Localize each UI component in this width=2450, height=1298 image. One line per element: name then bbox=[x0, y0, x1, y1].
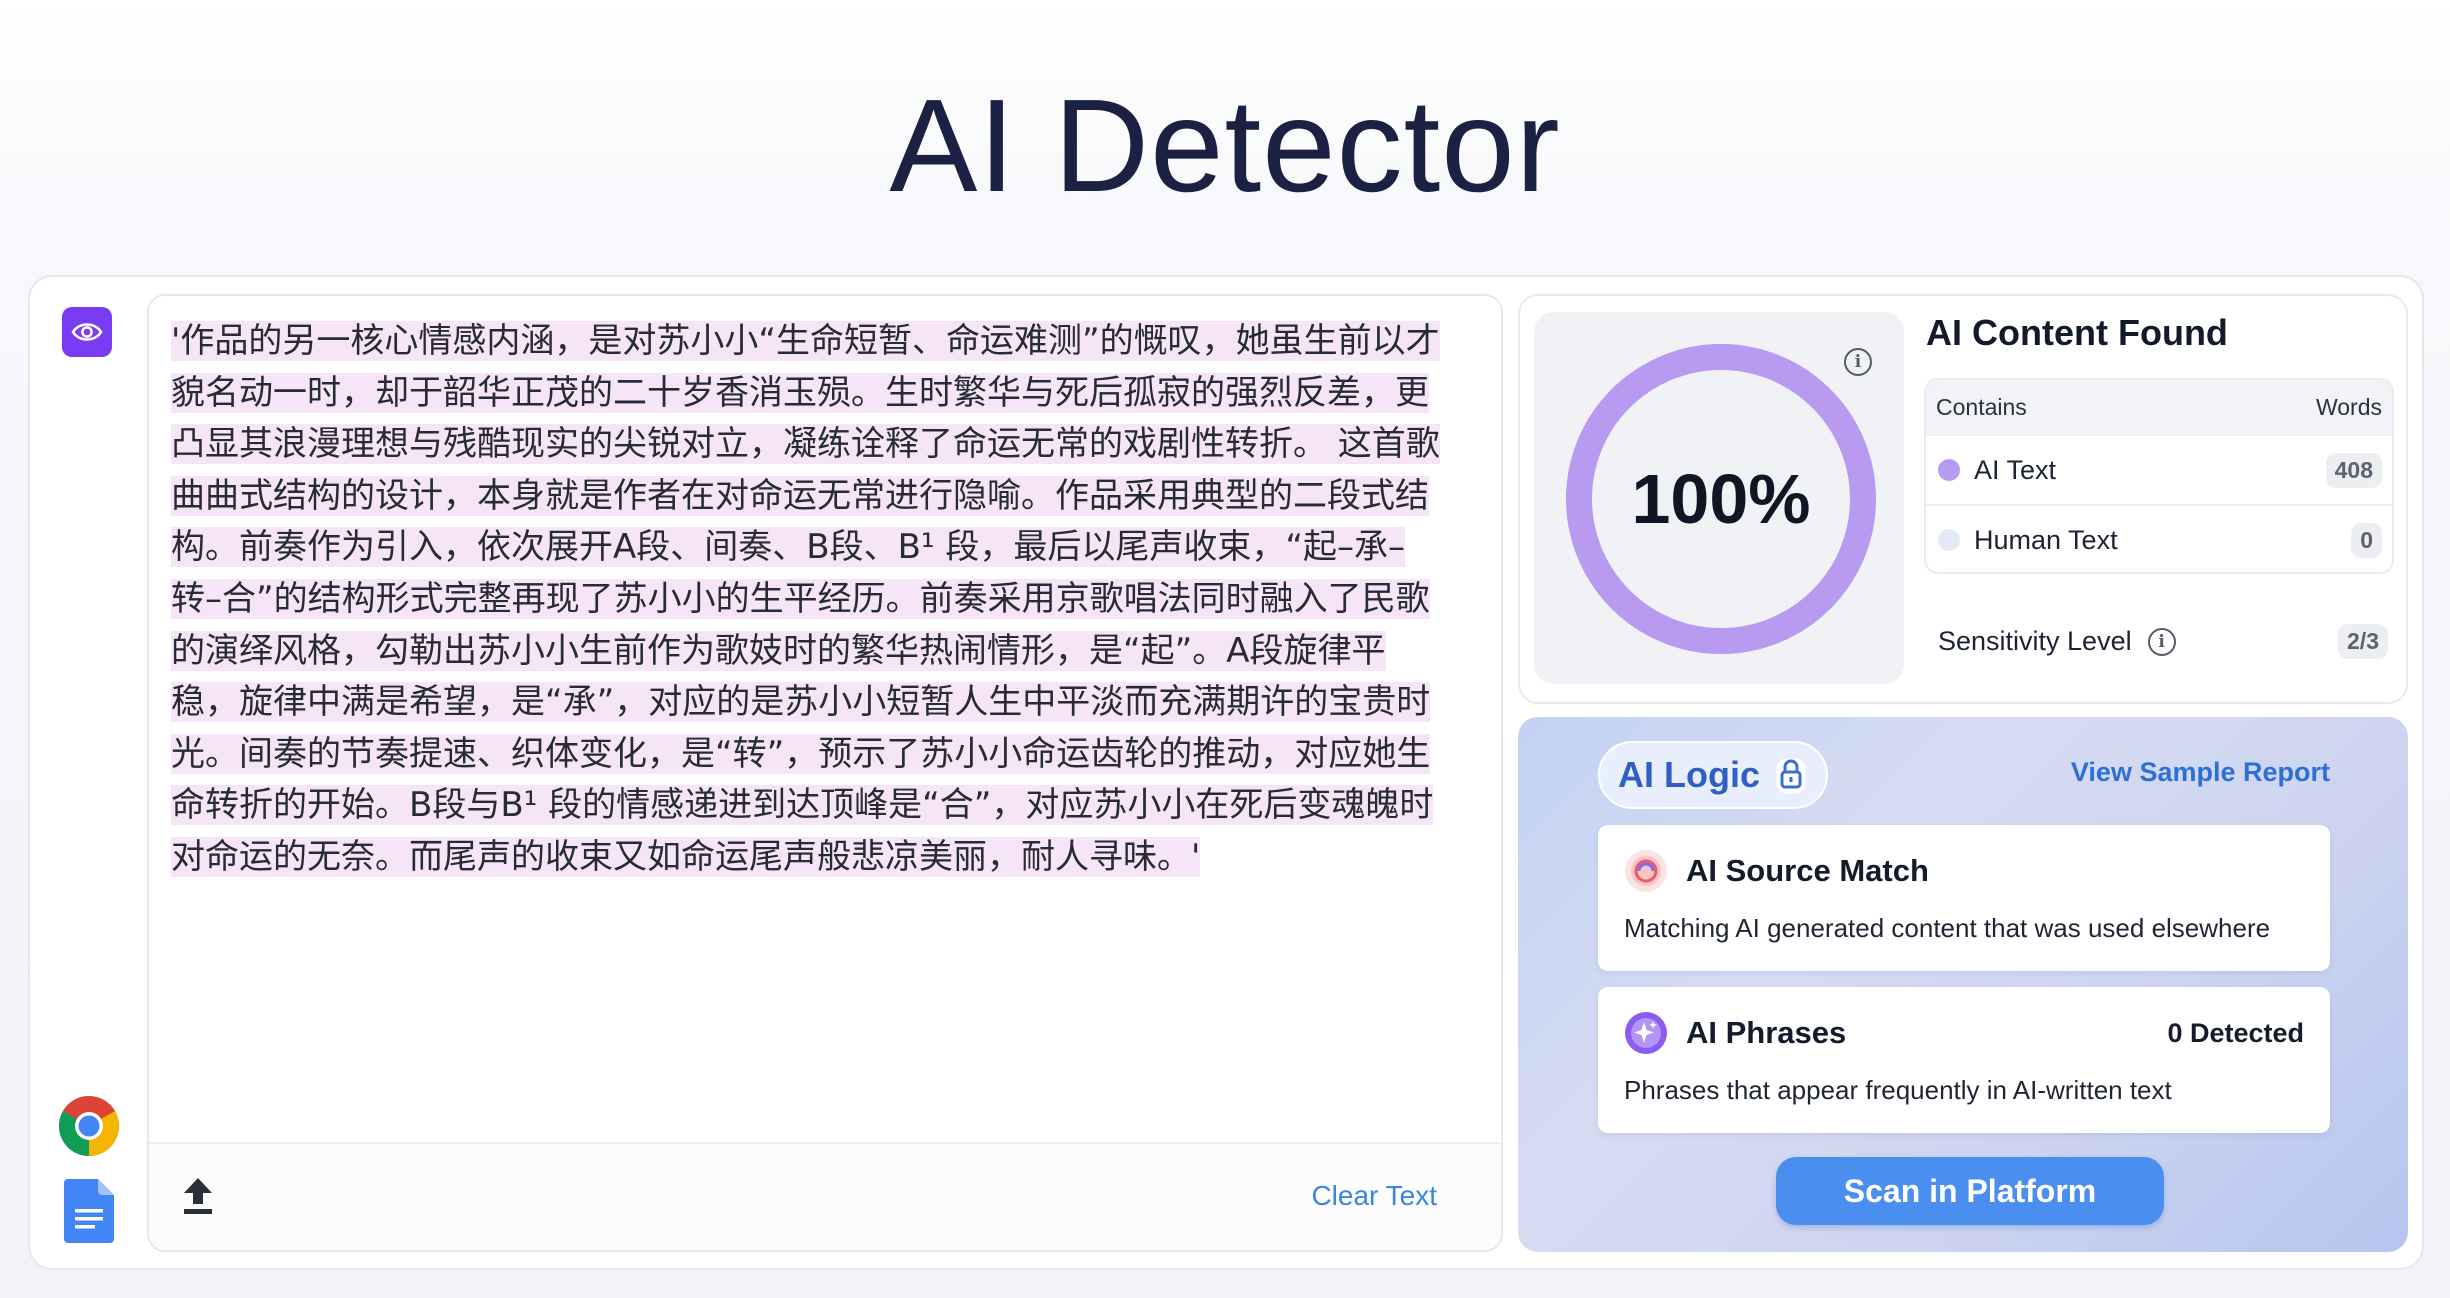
sensitivity-info-icon[interactable]: i bbox=[2147, 627, 2176, 656]
sensitivity-value[interactable]: 2/3 bbox=[2338, 624, 2388, 659]
sparkle-icon bbox=[1625, 1012, 1667, 1054]
ai-percentage: 100% bbox=[1631, 460, 1811, 538]
detector-card: '作品的另一核心情感内涵，是对苏小小“生命短暂、命运难测”的慨叹，她虽生前以才貌… bbox=[28, 275, 2424, 1270]
table-header: Contains Words bbox=[1926, 380, 2392, 434]
chrome-icon bbox=[58, 1096, 120, 1156]
words-header: Words bbox=[2315, 393, 2382, 420]
contains-header: Contains bbox=[1936, 393, 2027, 420]
score-info-icon[interactable]: i bbox=[1844, 348, 1872, 376]
ai-phrases-card[interactable]: AI Phrases 0 Detected Phrases that appea… bbox=[1598, 987, 2330, 1133]
table-row: Human Text 0 bbox=[1926, 504, 2392, 572]
google-docs-button[interactable] bbox=[64, 1179, 114, 1243]
result-title: AI Content Found bbox=[1926, 312, 2228, 353]
upload-button[interactable] bbox=[181, 1176, 215, 1216]
clear-text-button[interactable]: Clear Text bbox=[1311, 1180, 1437, 1212]
view-toggle-button[interactable] bbox=[62, 307, 112, 357]
human-text-count: 0 bbox=[2351, 522, 2382, 558]
sensitivity-label: Sensitivity Level bbox=[1938, 626, 2132, 656]
score-gauge: 100% i bbox=[1534, 312, 1904, 684]
ai-text-count: 408 bbox=[2325, 452, 2382, 488]
ai-phrases-count: 0 Detected bbox=[2167, 1017, 2304, 1048]
table-row: AI Text 408 bbox=[1926, 434, 2392, 504]
page-title: AI Detector bbox=[889, 72, 1561, 219]
text-editor[interactable]: '作品的另一核心情感内涵，是对苏小小“生命短暂、命运难测”的慨叹，她虽生前以才貌… bbox=[147, 294, 1503, 1252]
source-match-title: AI Source Match bbox=[1686, 853, 1929, 888]
ai-logic-panel: AI Logic View Sample Report AI Source Ma… bbox=[1518, 717, 2408, 1252]
contains-table: Contains Words AI Text 408 Human Text 0 bbox=[1924, 378, 2394, 574]
ai-logic-badge[interactable]: AI Logic bbox=[1598, 741, 1828, 809]
view-sample-report-link[interactable]: View Sample Report bbox=[2071, 757, 2330, 788]
source-match-desc: Matching AI generated content that was u… bbox=[1624, 913, 2271, 943]
upload-icon bbox=[184, 1178, 212, 1214]
ai-text-dot bbox=[1938, 459, 1960, 481]
result-panel: 100% i AI Content Found Contains Words A… bbox=[1518, 294, 2408, 704]
human-text-dot bbox=[1938, 529, 1960, 551]
ai-phrases-title: AI Phrases bbox=[1686, 1015, 1847, 1050]
source-match-icon bbox=[1625, 850, 1667, 892]
ai-text-label: AI Text bbox=[1974, 454, 2057, 485]
scan-in-platform-button[interactable]: Scan in Platform bbox=[1776, 1157, 2164, 1225]
ai-logic-label: AI Logic bbox=[1618, 754, 1760, 795]
input-text-area[interactable]: '作品的另一核心情感内涵，是对苏小小“生命短暂、命运难测”的慨叹，她虽生前以才貌… bbox=[171, 316, 1441, 884]
ai-phrases-desc: Phrases that appear frequently in AI-wri… bbox=[1624, 1075, 2172, 1105]
human-text-label: Human Text bbox=[1974, 524, 2118, 555]
editor-footer: Clear Text bbox=[149, 1142, 1501, 1250]
chrome-extension-button[interactable] bbox=[58, 1095, 120, 1157]
highlighted-ai-text: '作品的另一核心情感内涵，是对苏小小“生命短暂、命运难测”的慨叹，她虽生前以才貌… bbox=[171, 321, 1440, 877]
lock-icon bbox=[1776, 758, 1806, 794]
google-docs-icon bbox=[64, 1179, 114, 1243]
sensitivity-row: Sensitivity Level i 2/3 bbox=[1938, 624, 2388, 659]
eye-icon bbox=[71, 323, 103, 341]
ai-source-match-card[interactable]: AI Source Match Matching AI generated co… bbox=[1598, 825, 2330, 971]
